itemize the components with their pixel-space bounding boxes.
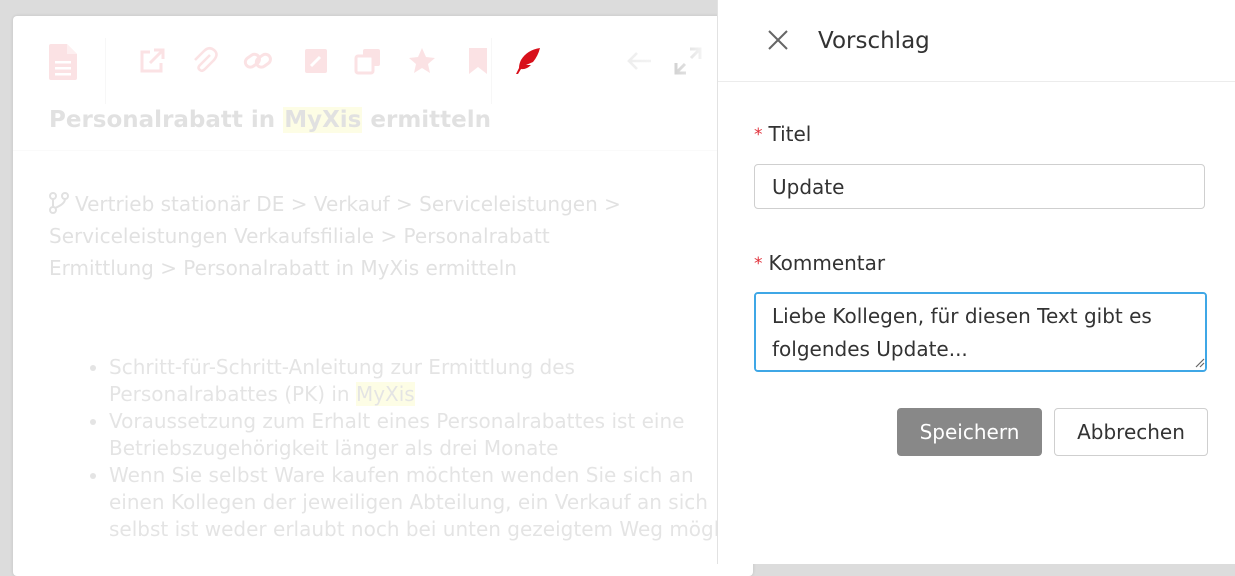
breadcrumb: Vertrieb stationär DE > Verkauf > Servic…: [49, 188, 649, 284]
save-button[interactable]: Speichern: [897, 408, 1042, 456]
list-item: Wenn Sie selbst Ware kaufen möchten wend…: [109, 462, 749, 543]
paperclip-icon[interactable]: [189, 46, 219, 76]
search-highlight: MyXis: [355, 382, 415, 406]
document-card: Personalrabatt in MyXis ermitteln Vertri…: [13, 16, 753, 576]
list-item: Voraussetzung zum Erhalt eines Personalr…: [109, 408, 749, 462]
star-icon[interactable]: [407, 46, 437, 76]
panel-header: Vorschlag: [718, 0, 1235, 82]
list-item-text: Voraussetzung zum Erhalt eines Personalr…: [109, 409, 685, 460]
comment-label-text: Kommentar: [768, 251, 886, 275]
feather-icon[interactable]: [513, 46, 543, 76]
comment-textarea[interactable]: Liebe Kollegen, für diesen Text gibt es …: [754, 292, 1207, 372]
list-item: Schritt-für-Schritt-Anleitung zur Ermitt…: [109, 354, 749, 408]
panel-title: Vorschlag: [818, 28, 930, 54]
copy-icon[interactable]: [353, 46, 383, 76]
required-marker: *: [754, 254, 763, 274]
search-highlight: MyXis: [283, 107, 363, 133]
list-item-text: Schritt-für-Schritt-Anleitung zur Ermitt…: [109, 355, 575, 406]
info-list: Schritt-für-Schritt-Anleitung zur Ermitt…: [89, 354, 749, 543]
title-text: Personalrabatt in: [49, 107, 284, 133]
title-field-label: * Titel: [754, 120, 811, 149]
title-text: ermitteln: [362, 107, 492, 133]
document-title: Personalrabatt in MyXis ermitteln: [49, 102, 491, 138]
comment-field-label: * Kommentar: [754, 249, 885, 278]
cancel-button[interactable]: Abbrechen: [1054, 408, 1208, 456]
close-icon[interactable]: [765, 27, 791, 53]
list-item-text: Wenn Sie selbst Ware kaufen möchten wend…: [109, 463, 749, 541]
title-label-text: Titel: [768, 122, 812, 146]
link-icon[interactable]: [243, 46, 273, 76]
header-divider: [13, 150, 753, 151]
branch-icon: [49, 192, 69, 214]
toolbar-separator: [491, 38, 492, 104]
suggestion-panel: Vorschlag *Titel *Kommentar Liebe Kolleg…: [717, 0, 1235, 564]
breadcrumb-path: Vertrieb stationär DE > Verkauf > Servic…: [49, 192, 621, 280]
title-input[interactable]: [754, 164, 1205, 209]
document-icon[interactable]: [49, 44, 77, 80]
toolbar-separator: [105, 38, 106, 104]
bookmark-icon[interactable]: [463, 46, 493, 76]
external-link-icon[interactable]: [137, 46, 167, 76]
required-marker: *: [754, 125, 763, 145]
resize-handle-icon[interactable]: [1194, 357, 1205, 368]
edit-note-icon[interactable]: [301, 46, 331, 76]
